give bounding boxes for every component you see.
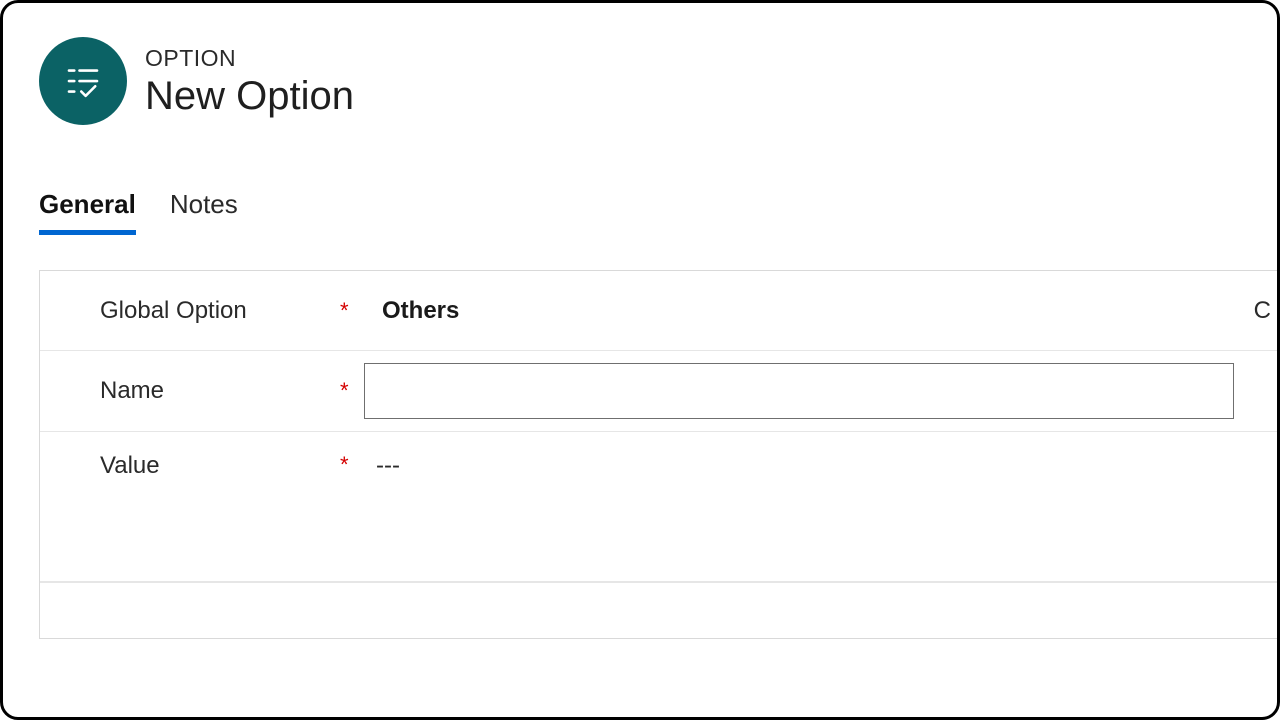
row-name: Name * (40, 351, 1277, 432)
required-indicator: * (340, 298, 364, 324)
global-option-value[interactable]: Others (364, 297, 459, 325)
dialog-frame: OPTION New Option General Notes Global O… (0, 0, 1280, 720)
tab-bar: General Notes (3, 189, 1277, 235)
form-spacer (40, 582, 1277, 638)
page-title: New Option (145, 74, 354, 118)
header-text-block: OPTION New Option (145, 45, 354, 118)
entity-type-label: OPTION (145, 45, 354, 72)
row-value: Value * --- (40, 432, 1277, 582)
name-input[interactable] (364, 363, 1234, 419)
option-entity-icon (39, 37, 127, 125)
tab-notes[interactable]: Notes (170, 189, 238, 235)
lookup-icon[interactable]: C (1254, 297, 1271, 325)
row-global-option: Global Option * Others C (40, 271, 1277, 351)
name-label: Name (100, 377, 340, 405)
required-indicator: * (340, 448, 364, 478)
tab-general[interactable]: General (39, 189, 136, 235)
required-indicator: * (340, 378, 364, 404)
global-option-label: Global Option (100, 297, 340, 325)
form-panel: Global Option * Others C Name * Value * … (39, 270, 1277, 639)
value-label: Value (100, 448, 340, 480)
page-header: OPTION New Option (3, 3, 1277, 125)
value-display[interactable]: --- (364, 448, 400, 480)
